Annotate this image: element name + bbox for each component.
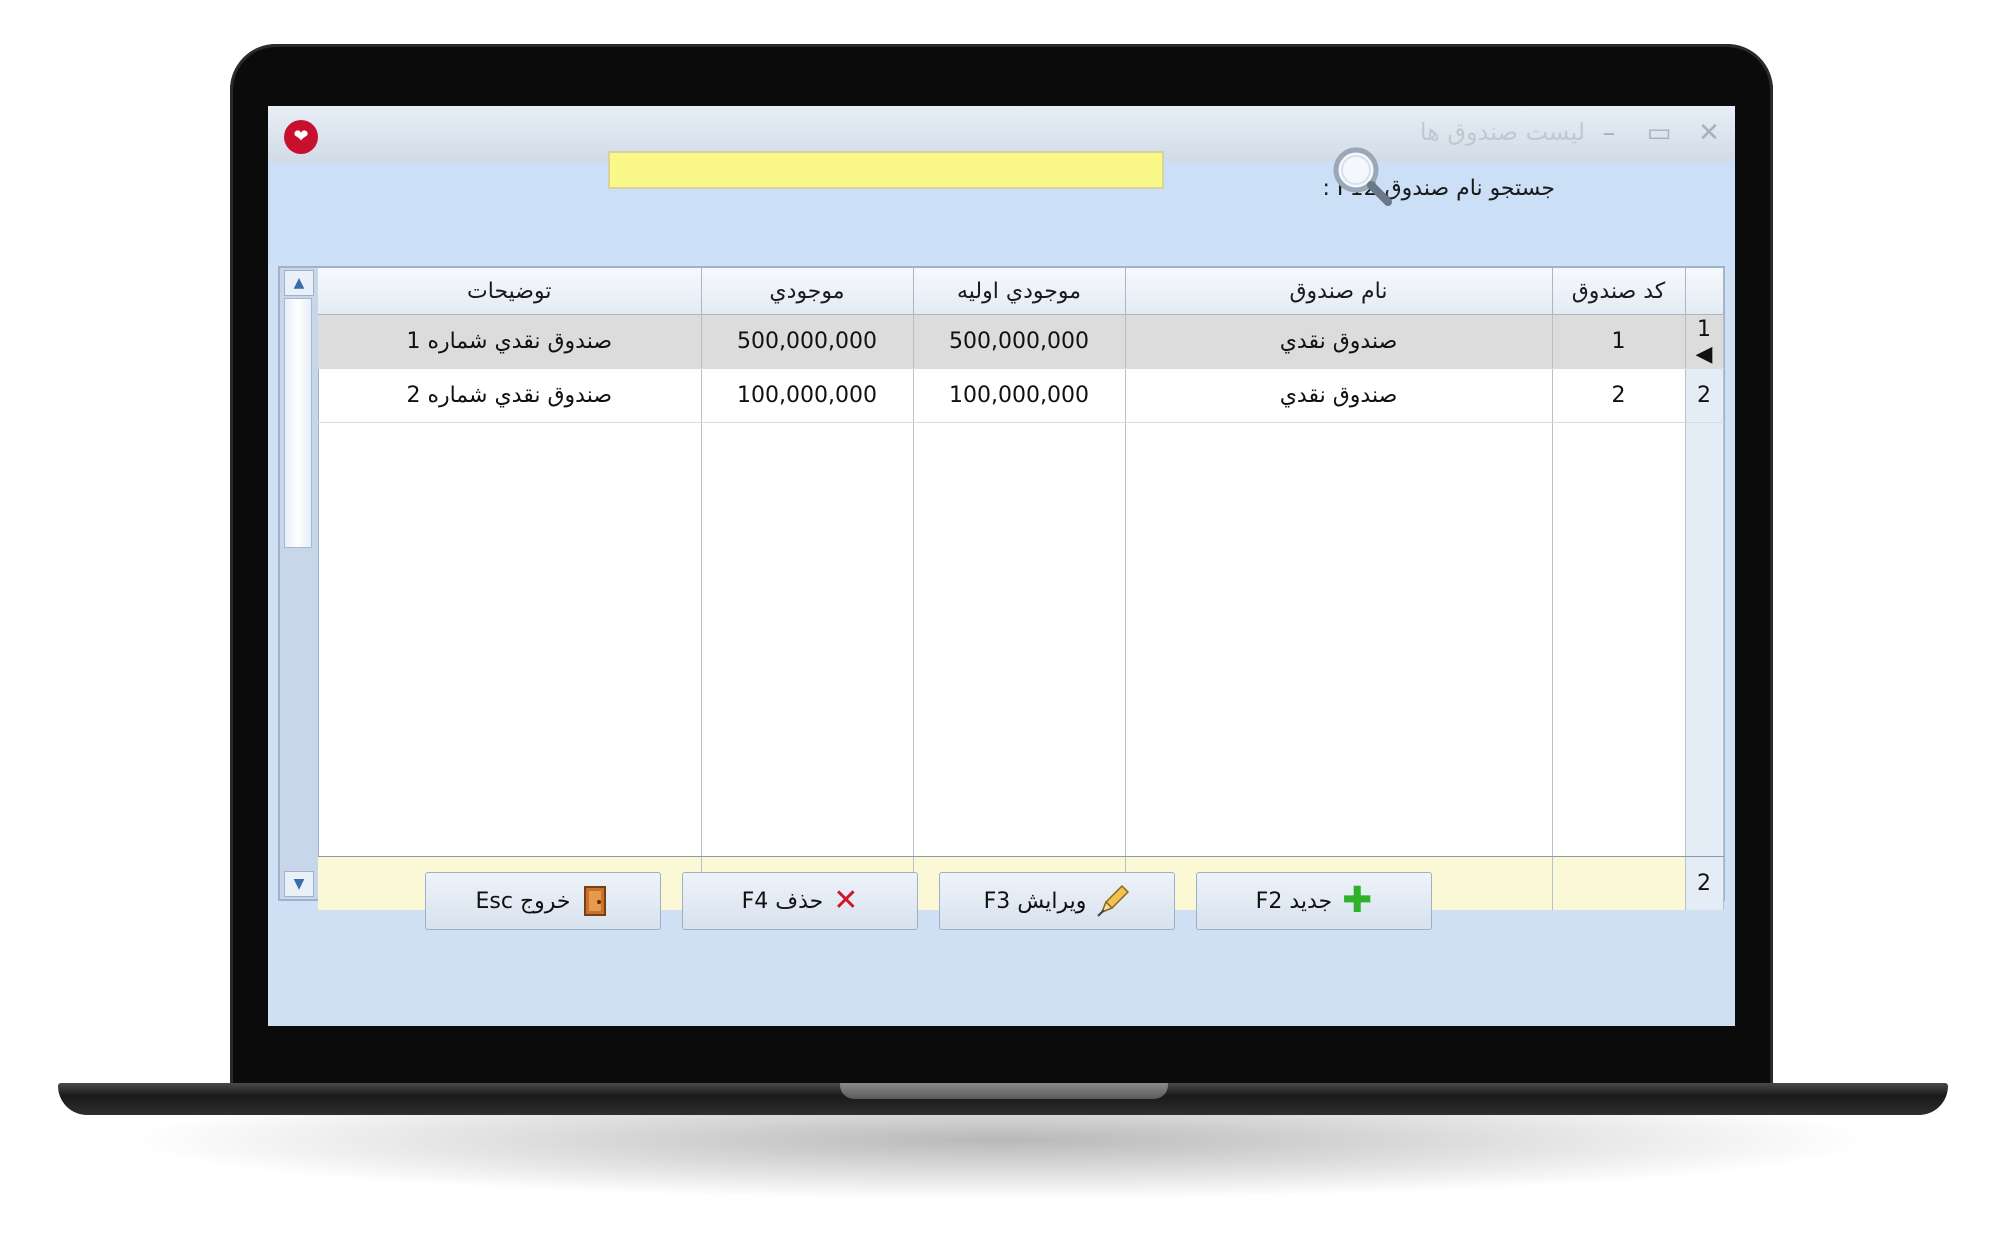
- delete-x-icon: ✕: [833, 883, 859, 918]
- edit-button[interactable]: ويرايش F3: [939, 872, 1175, 930]
- col-header-desc[interactable]: توضيحات: [318, 268, 702, 315]
- maximize-button[interactable]: ▭: [1642, 116, 1676, 150]
- row-count: 2: [1685, 856, 1724, 910]
- laptop-hinge-notch: [840, 1083, 1168, 1099]
- search-input[interactable]: [608, 151, 1164, 189]
- new-button-label: جديد F2: [1255, 888, 1333, 914]
- row-indicator[interactable]: 2: [1685, 368, 1724, 423]
- exit-button-label: خروج Esc: [475, 888, 571, 914]
- exit-button[interactable]: خروج Esc: [425, 872, 661, 930]
- new-button[interactable]: جديد F2 ✚: [1196, 872, 1432, 930]
- cell-desc[interactable]: صندوق نقدي شماره 1: [318, 314, 702, 369]
- cell-desc[interactable]: صندوق نقدي شماره 2: [318, 368, 702, 423]
- cell-code[interactable]: 1: [1552, 314, 1686, 369]
- col-header-code[interactable]: كد صندوق: [1552, 268, 1686, 315]
- col-header-name[interactable]: نام صندوق: [1125, 268, 1553, 315]
- scroll-up-icon[interactable]: ▲: [284, 270, 314, 296]
- cell-opening[interactable]: 500,000,000: [913, 314, 1126, 369]
- cell-code[interactable]: 2: [1552, 368, 1686, 423]
- edit-button-label: ويرايش F3: [983, 888, 1087, 914]
- cell-opening[interactable]: 100,000,000: [913, 368, 1126, 423]
- current-row-arrow-icon: ◀: [1695, 341, 1713, 367]
- door-exit-icon: [583, 886, 606, 916]
- magnifier-icon[interactable]: [1328, 142, 1398, 212]
- minimize-button[interactable]: –: [1592, 116, 1626, 150]
- table-header-row: كد صندوق نام صندوق موجودي اوليه موجودي ت…: [318, 268, 1724, 315]
- cell-name[interactable]: صندوق نقدي: [1125, 368, 1553, 423]
- window-title: ليست صندوق ها: [1419, 118, 1585, 146]
- pencil-icon: [1097, 884, 1130, 917]
- funds-table: كد صندوق نام صندوق موجودي اوليه موجودي ت…: [318, 268, 1724, 910]
- app-window: ❤ ليست صندوق ها – ▭ ✕ جستجو نام صندوق F1…: [268, 106, 1735, 1026]
- col-header-balance[interactable]: موجودي: [701, 268, 914, 315]
- scroll-thumb[interactable]: [284, 298, 312, 548]
- plus-icon: ✚: [1342, 880, 1373, 921]
- cell-balance[interactable]: 500,000,000: [701, 314, 914, 369]
- cell-balance[interactable]: 100,000,000: [701, 368, 914, 423]
- close-button[interactable]: ✕: [1692, 116, 1726, 150]
- funds-grid: ▲ ▼ كد صندوق نام صندوق موجودي اوليه موجو…: [278, 266, 1725, 910]
- col-header-opening[interactable]: موجودي اوليه: [913, 268, 1126, 315]
- table-row[interactable]: 1 ◀ 1 صندوق نقدي 500,000,000 500,000,000…: [318, 314, 1724, 369]
- delete-button-label: حذف F4: [741, 888, 824, 914]
- scroll-down-icon[interactable]: ▼: [284, 871, 314, 897]
- app-logo-icon[interactable]: ❤: [284, 120, 318, 154]
- vertical-scrollbar[interactable]: ▲ ▼: [280, 268, 319, 899]
- indicator-header: [1685, 268, 1724, 315]
- empty-area: [318, 422, 1724, 857]
- row-indicator[interactable]: 1 ◀: [1685, 314, 1724, 369]
- cell-name[interactable]: صندوق نقدي: [1125, 314, 1553, 369]
- table-row[interactable]: 2 2 صندوق نقدي 100,000,000 100,000,000 ص…: [318, 368, 1724, 423]
- delete-button[interactable]: حذف F4 ✕: [682, 872, 918, 930]
